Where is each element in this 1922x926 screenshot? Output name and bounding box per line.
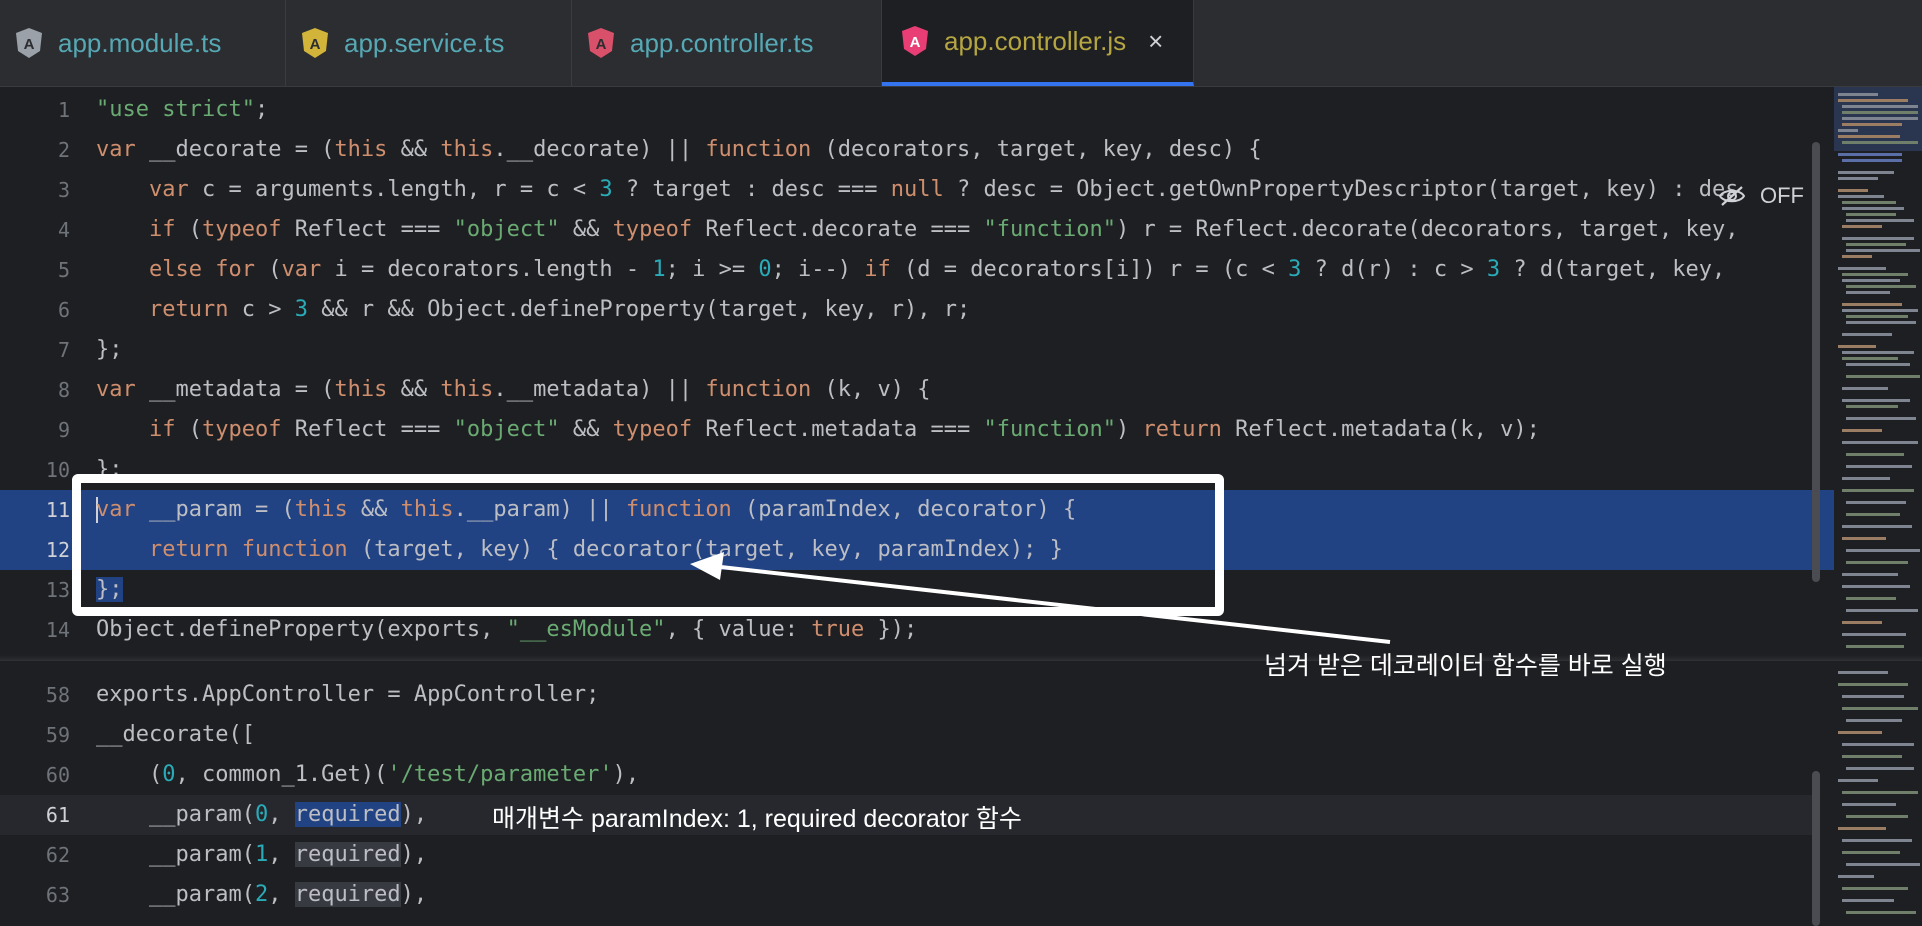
arrow-annotation-label: 넘겨 받은 데코레이터 함수를 바로 실행 [1264,652,1667,680]
arrow-annotation [690,552,1391,644]
